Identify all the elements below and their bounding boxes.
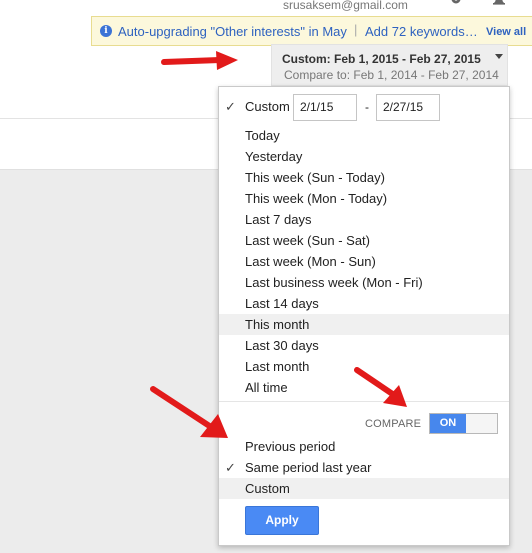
chevron-down-icon bbox=[495, 54, 503, 59]
compare-toggle-on: ON bbox=[430, 414, 466, 433]
custom-range-option[interactable]: Custom bbox=[245, 99, 290, 114]
preset-this-week-mon[interactable]: This week (Mon - Today) bbox=[219, 188, 509, 209]
preset-last-14-days[interactable]: Last 14 days bbox=[219, 293, 509, 314]
info-icon: i bbox=[100, 25, 112, 37]
compare-toggle[interactable]: ON bbox=[429, 413, 498, 434]
preset-last-business-week[interactable]: Last business week (Mon - Fri) bbox=[219, 272, 509, 293]
preset-last-30-days[interactable]: Last 30 days bbox=[219, 335, 509, 356]
gear-icon[interactable] bbox=[449, 0, 463, 6]
compare-same-period-last-year[interactable]: Same period last year bbox=[219, 457, 509, 478]
date-range-dropdown: ✓ Custom 2/1/15 - 2/27/15 Today Yesterda… bbox=[218, 86, 510, 546]
annotation-arrow bbox=[150, 386, 228, 438]
date-range-label: Custom: Feb 1, 2015 - Feb 27, 2015 bbox=[282, 52, 481, 66]
account-email[interactable]: srusaksem@gmail.com bbox=[283, 0, 408, 12]
preset-this-week-sun[interactable]: This week (Sun - Today) bbox=[219, 167, 509, 188]
preset-yesterday[interactable]: Yesterday bbox=[219, 146, 509, 167]
compare-custom[interactable]: Custom bbox=[219, 478, 509, 499]
annotation-arrow bbox=[161, 51, 238, 70]
apply-button[interactable]: Apply bbox=[245, 506, 319, 535]
notice-message[interactable]: Auto-upgrading "Other interests" in May bbox=[118, 24, 347, 39]
start-date-field[interactable]: 2/1/15 bbox=[293, 94, 357, 121]
compare-range-label: Compare to: Feb 1, 2014 - Feb 27, 2014 bbox=[284, 68, 499, 82]
view-all-link[interactable]: View all bbox=[486, 26, 526, 38]
preset-last-7-days[interactable]: Last 7 days bbox=[219, 209, 509, 230]
bell-icon[interactable] bbox=[492, 0, 506, 6]
preset-last-week-mon[interactable]: Last week (Mon - Sun) bbox=[219, 251, 509, 272]
preset-this-month[interactable]: This month bbox=[219, 314, 509, 335]
compare-label: COMPARE bbox=[365, 418, 422, 430]
annotation-arrow bbox=[354, 367, 407, 407]
notice-separator: | bbox=[354, 22, 358, 37]
preset-last-week-sun[interactable]: Last week (Sun - Sat) bbox=[219, 230, 509, 251]
date-separator: - bbox=[365, 100, 369, 114]
preset-today[interactable]: Today bbox=[219, 125, 509, 146]
notification-bar: i Auto-upgrading "Other interests" in Ma… bbox=[91, 16, 532, 46]
compare-previous-period[interactable]: Previous period bbox=[219, 436, 509, 457]
date-range-selector[interactable]: Custom: Feb 1, 2015 - Feb 27, 2015 Compa… bbox=[271, 44, 508, 86]
notice-message-2[interactable]: Add 72 keywords… bbox=[365, 24, 478, 39]
checkmark-icon: ✓ bbox=[225, 99, 236, 114]
end-date-field[interactable]: 2/27/15 bbox=[376, 94, 440, 121]
